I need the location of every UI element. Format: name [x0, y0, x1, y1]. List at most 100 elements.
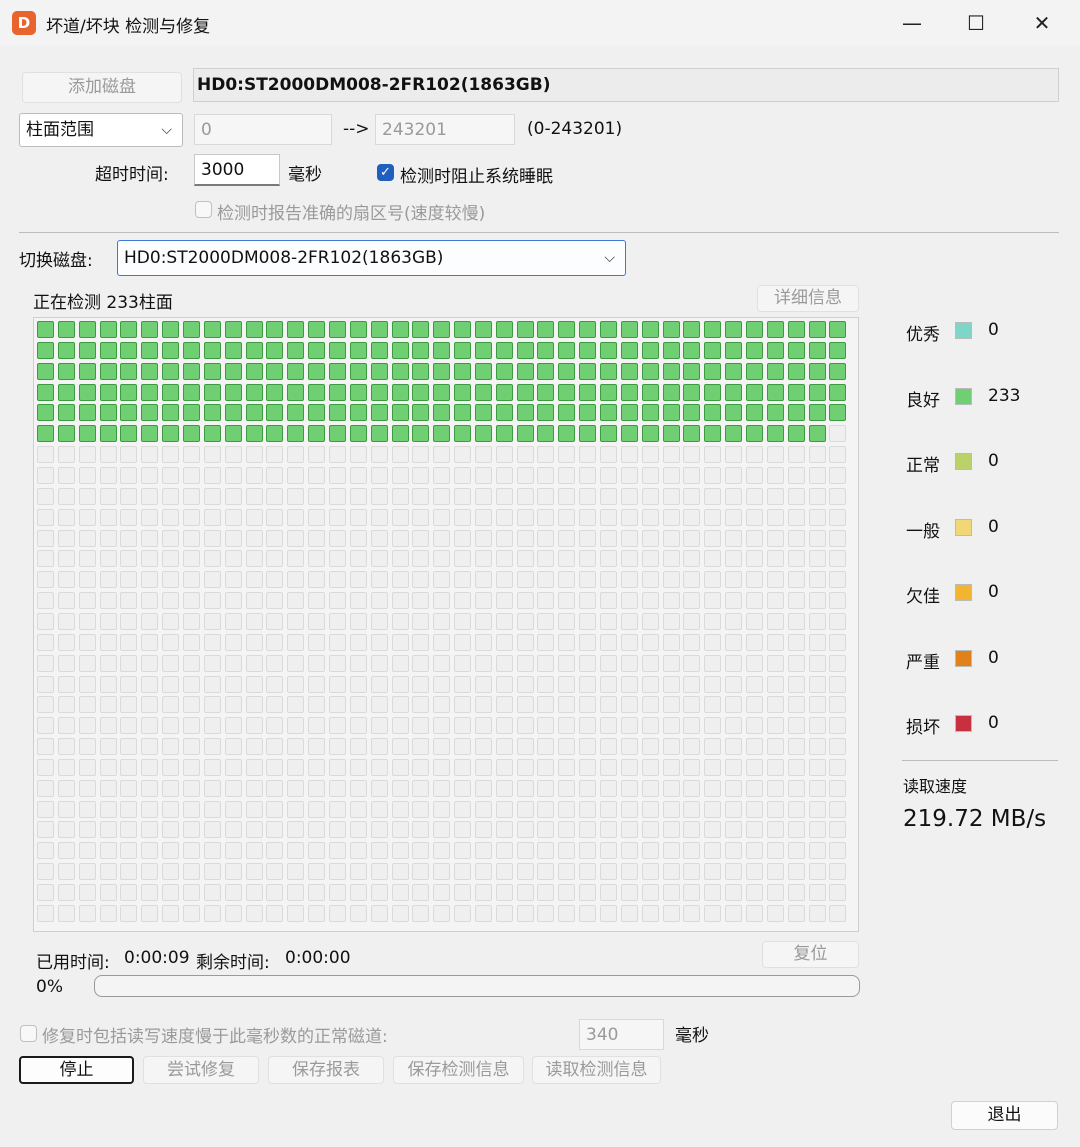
grid-cell — [99, 758, 117, 776]
grid-cell — [725, 800, 743, 818]
grid-cell — [516, 612, 534, 630]
grid-cell — [224, 904, 242, 922]
grid-cell — [808, 467, 826, 484]
grid-cell — [829, 800, 847, 818]
grid-cell — [579, 758, 597, 776]
grid-cell — [349, 717, 367, 735]
grid-cell — [600, 738, 617, 755]
save-info-button[interactable]: 保存检测信息 — [393, 1056, 524, 1084]
grid-cell — [620, 571, 638, 589]
reset-button[interactable]: 复位 — [762, 941, 859, 968]
grid-cell — [183, 779, 200, 797]
grid-cell — [37, 550, 54, 568]
grid-cell — [224, 779, 242, 797]
grid-cell — [683, 529, 701, 547]
grid-cell — [787, 842, 805, 860]
grid-cell — [558, 529, 576, 547]
grid-cell — [99, 571, 117, 589]
range-start-input[interactable]: 0 — [194, 114, 332, 145]
save-report-button[interactable]: 保存报表 — [268, 1056, 384, 1084]
grid-cell — [433, 675, 451, 693]
grid-cell — [183, 592, 200, 610]
grid-cell — [37, 508, 54, 526]
grid-cell — [37, 884, 54, 901]
grid-cell — [78, 863, 96, 881]
grid-cell — [162, 696, 180, 714]
grid-cell — [308, 550, 326, 568]
grid-cell — [787, 696, 805, 714]
grid-cell — [287, 487, 305, 505]
grid-cell — [245, 633, 263, 651]
add-disk-button[interactable]: 添加磁盘 — [22, 72, 182, 103]
grid-cell — [704, 321, 722, 338]
grid-cell — [141, 717, 159, 735]
grid-cell — [537, 863, 555, 881]
grid-cell — [579, 446, 597, 464]
close-button[interactable]: ✕ — [1010, 0, 1074, 46]
grid-cell — [183, 321, 200, 338]
grid-cell — [725, 842, 743, 860]
report-sector-checkbox[interactable] — [195, 201, 212, 218]
grid-cell — [57, 341, 75, 359]
grid-cell — [183, 904, 200, 922]
grid-cell — [641, 529, 659, 547]
minimize-button[interactable]: — — [880, 0, 944, 46]
grid-cell — [474, 362, 492, 380]
grid-cell — [120, 467, 138, 484]
grid-cell — [349, 487, 367, 505]
grid-cell — [579, 821, 597, 839]
range-mode-select[interactable]: 柱面范围 ⌵ — [19, 113, 183, 147]
maximize-button[interactable]: ☐ — [944, 0, 1008, 46]
load-info-button[interactable]: 读取检测信息 — [532, 1056, 661, 1084]
grid-cell — [37, 404, 54, 422]
grid-cell — [183, 550, 200, 568]
grid-cell — [474, 654, 492, 672]
grid-cell — [558, 550, 576, 568]
details-button[interactable]: 详细信息 — [757, 285, 859, 312]
grid-cell — [120, 863, 138, 881]
grid-cell — [683, 633, 701, 651]
grid-cell — [620, 612, 638, 630]
grid-cell — [162, 842, 180, 860]
grid-cell — [495, 341, 513, 359]
grid-cell — [495, 654, 513, 672]
grid-cell — [78, 508, 96, 526]
grid-cell — [391, 612, 409, 630]
grid-cell — [391, 425, 409, 443]
switch-disk-select[interactable]: HD0:ST2000DM008-2FR102(1863GB) ⌵ — [117, 240, 626, 276]
stop-button[interactable]: 停止 — [19, 1056, 134, 1084]
timeout-input[interactable]: 3000 — [194, 154, 280, 186]
grid-cell — [745, 550, 763, 568]
grid-cell — [808, 487, 826, 505]
grid-cell — [808, 717, 826, 735]
grid-cell — [287, 362, 305, 380]
grid-cell — [412, 717, 430, 735]
grid-cell — [579, 842, 597, 860]
grid-cell — [141, 842, 159, 860]
grid-cell — [266, 612, 284, 630]
grid-cell — [745, 362, 763, 380]
grid-cell — [516, 383, 534, 401]
grid-cell — [391, 487, 409, 505]
grid-cell — [474, 842, 492, 860]
slow-track-input[interactable]: 340 — [579, 1019, 664, 1050]
grid-cell — [57, 884, 75, 901]
grid-cell — [766, 592, 784, 610]
slow-track-checkbox[interactable] — [20, 1025, 37, 1042]
grid-cell — [183, 738, 200, 755]
grid-cell — [474, 404, 492, 422]
grid-cell — [495, 717, 513, 735]
range-end-input[interactable]: 243201 — [375, 114, 515, 145]
grid-cell — [537, 446, 555, 464]
grid-cell — [412, 467, 430, 484]
grid-cell — [766, 467, 784, 484]
exit-button[interactable]: 退出 — [951, 1101, 1058, 1130]
grid-cell — [829, 529, 847, 547]
grid-cell — [370, 550, 388, 568]
grid-cell — [391, 508, 409, 526]
grid-cell — [558, 571, 576, 589]
grid-cell — [162, 529, 180, 547]
prevent-sleep-checkbox[interactable]: ✓ — [377, 164, 394, 181]
grid-cell — [600, 821, 617, 839]
try-repair-button[interactable]: 尝试修复 — [143, 1056, 259, 1084]
